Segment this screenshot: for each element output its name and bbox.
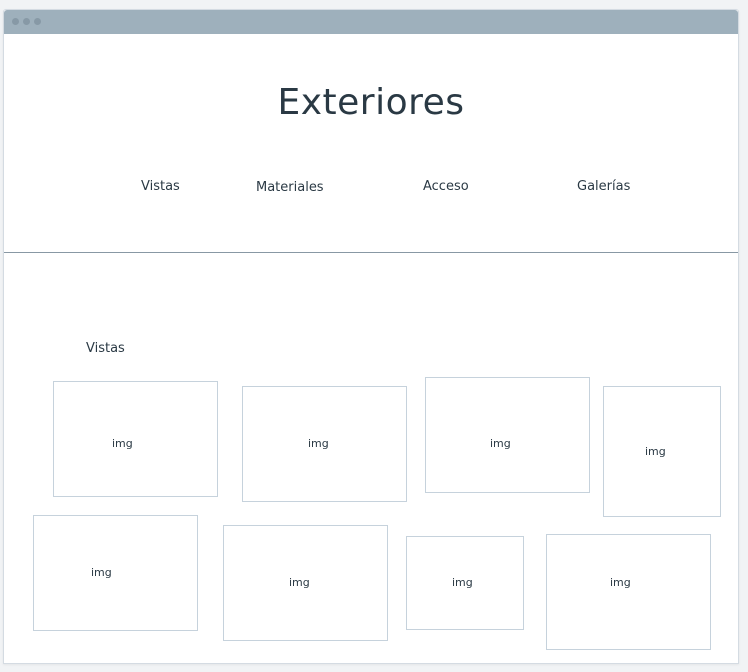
image-placeholder-label: img — [490, 437, 511, 450]
image-placeholder[interactable]: img — [53, 381, 218, 497]
window-minimize-dot[interactable] — [23, 18, 30, 25]
image-placeholder-label: img — [452, 576, 473, 589]
image-placeholder[interactable]: img — [33, 515, 198, 631]
image-placeholder-label: img — [610, 576, 631, 589]
image-placeholder-label: img — [308, 437, 329, 450]
page-title: Exteriores — [277, 82, 465, 123]
nav-item-materiales[interactable]: Materiales — [256, 180, 324, 195]
image-placeholder-label: img — [645, 445, 666, 458]
image-placeholder[interactable]: img — [223, 525, 388, 641]
image-placeholder[interactable]: img — [242, 386, 407, 502]
image-placeholder-label: img — [91, 566, 112, 579]
nav-item-acceso[interactable]: Acceso — [423, 179, 469, 194]
window-close-dot[interactable] — [12, 18, 19, 25]
image-placeholder[interactable]: img — [425, 377, 590, 493]
nav-item-vistas[interactable]: Vistas — [141, 179, 180, 194]
image-placeholder[interactable]: img — [603, 386, 721, 517]
window-maximize-dot[interactable] — [34, 18, 41, 25]
image-placeholder[interactable]: img — [546, 534, 711, 650]
image-placeholder-label: img — [289, 576, 310, 589]
window-titlebar — [4, 10, 738, 34]
image-placeholder-label: img — [112, 437, 133, 450]
browser-window: Exteriores Vistas Materiales Acceso Gale… — [3, 9, 739, 664]
header-divider — [4, 252, 738, 253]
section-title: Vistas — [86, 341, 125, 356]
nav-item-galerias[interactable]: Galerías — [577, 179, 630, 194]
image-placeholder[interactable]: img — [406, 536, 524, 630]
